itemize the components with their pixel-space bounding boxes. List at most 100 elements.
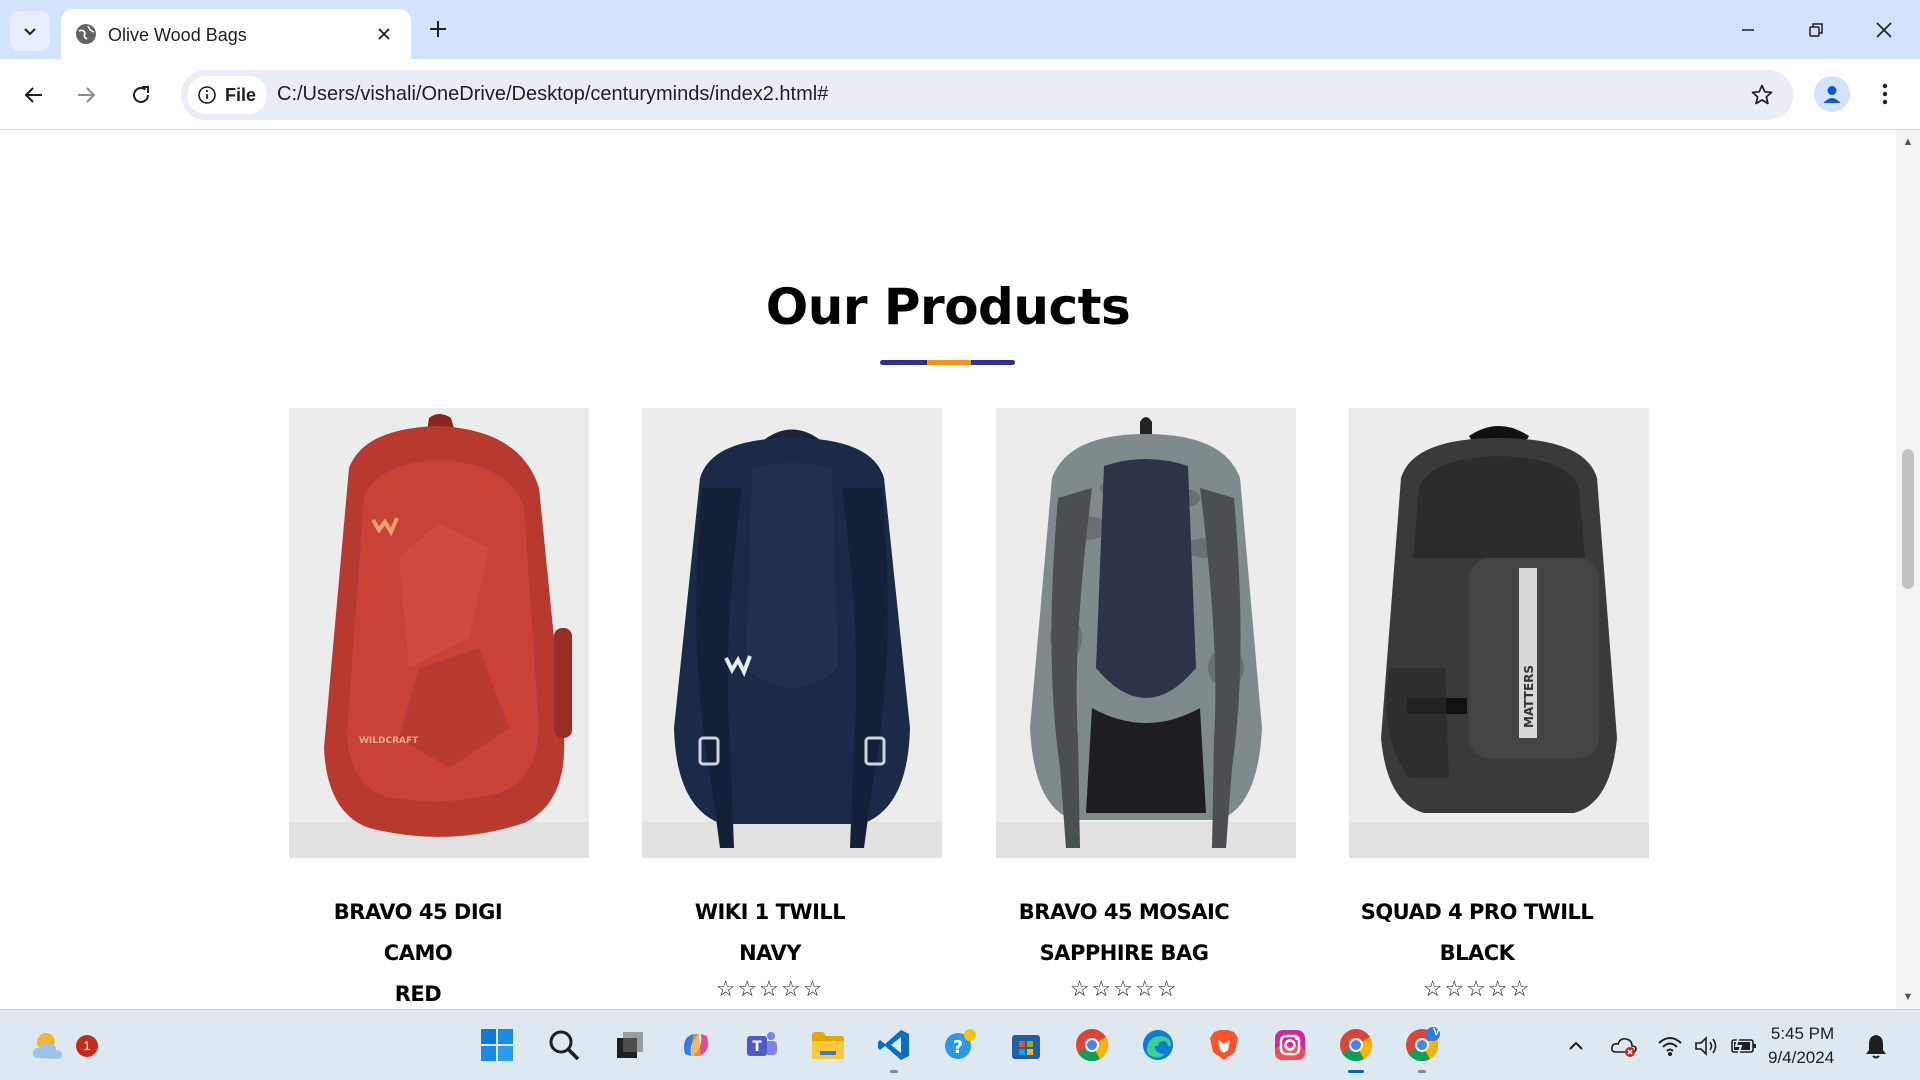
chrome-button[interactable]	[1072, 1025, 1112, 1065]
file-explorer-button[interactable]	[808, 1025, 848, 1065]
search-button[interactable]	[544, 1025, 584, 1065]
info-icon	[198, 86, 216, 104]
svg-text:MATTERS: MATTERS	[1522, 665, 1536, 728]
volume-status[interactable]	[1692, 1032, 1720, 1060]
onedrive-status[interactable]	[1610, 1032, 1638, 1060]
product-image-wiki-1-twill-navy[interactable]	[642, 408, 942, 858]
scroll-up-arrow[interactable]: ▲	[1902, 136, 1914, 148]
chevron-up-icon	[1569, 1041, 1583, 1050]
windows-icon	[481, 1029, 513, 1061]
product-image-bravo-45-mosaic-sapphire[interactable]	[996, 408, 1296, 858]
teams-button[interactable]: T	[742, 1025, 782, 1065]
chevron-down-icon	[24, 28, 36, 36]
product-name-1: BRAVO 45 DIGI CAMO RED	[333, 900, 503, 1006]
system-clock[interactable]: 5:45 PM 9/4/2024	[1768, 1022, 1834, 1070]
new-tab-button[interactable]	[423, 14, 453, 44]
search-icon	[549, 1030, 580, 1061]
globe-icon	[76, 24, 96, 44]
wifi-status[interactable]	[1656, 1032, 1684, 1060]
page-viewport: Our Products WILDCRAFT BRAVO 45 DIGI CAM…	[0, 130, 1896, 1009]
restore-icon	[1809, 23, 1823, 37]
chrome-profile-button[interactable]: V	[1402, 1025, 1442, 1073]
task-view-icon	[617, 1032, 643, 1058]
edge-icon	[1143, 1030, 1173, 1060]
cut-off-text-fragment	[460, 130, 1360, 145]
bell-icon	[1866, 1035, 1886, 1059]
tab-strip: Olive Wood Bags	[0, 0, 1920, 59]
restore-button[interactable]	[1796, 10, 1836, 50]
product-name-2: WIKI 1 TWILL NAVY	[694, 900, 846, 965]
show-hidden-icons-button[interactable]	[1562, 1032, 1590, 1060]
wifi-icon	[1658, 1037, 1682, 1056]
brave-button[interactable]	[1204, 1025, 1244, 1065]
vscode-button[interactable]	[874, 1025, 914, 1073]
close-window-button[interactable]	[1864, 10, 1904, 50]
notifications-button[interactable]	[1862, 1032, 1890, 1060]
instagram-button[interactable]	[1270, 1025, 1310, 1065]
weather-icon	[32, 1033, 62, 1059]
close-icon	[378, 28, 390, 40]
browser-menu-button[interactable]	[1870, 76, 1900, 112]
rating-stars[interactable]: ☆☆☆☆☆	[1327, 976, 1627, 1002]
forward-button[interactable]	[66, 75, 106, 115]
page-scrollbar[interactable]: ▲ ▼	[1896, 130, 1920, 1009]
profile-badge-letter: V	[1433, 1027, 1440, 1038]
product-image-bravo-45-digi-camo-red[interactable]: WILDCRAFT	[289, 408, 589, 858]
backpack-image: MATTERS	[1381, 426, 1617, 813]
rating-stars[interactable]: ☆☆☆☆☆	[974, 976, 1274, 1002]
windows-taskbar: 1 T ? V 5:45 PM 9/4/2024	[0, 1009, 1920, 1080]
arrow-left-icon	[24, 87, 42, 103]
active-tab[interactable]: Olive Wood Bags	[61, 9, 411, 59]
more-vert-icon	[1882, 83, 1888, 105]
microsoft-store-button[interactable]	[1006, 1025, 1046, 1065]
tab-close-button[interactable]	[371, 21, 397, 47]
notification-badge: 1	[76, 1035, 98, 1057]
clock-time: 5:45 PM	[1770, 1024, 1835, 1043]
chrome-icon	[1340, 1029, 1373, 1062]
scroll-down-arrow[interactable]: ▼	[1902, 991, 1914, 1003]
battery-status[interactable]	[1730, 1032, 1758, 1060]
site-info-chip[interactable]: File	[187, 76, 267, 114]
backpack-image	[674, 429, 910, 848]
task-view-button[interactable]	[610, 1025, 650, 1065]
plus-icon	[430, 21, 446, 37]
bookmark-button[interactable]	[1745, 78, 1779, 112]
store-icon	[1012, 1035, 1040, 1059]
clock-date: 9/4/2024	[1768, 1048, 1835, 1067]
person-icon	[1823, 86, 1841, 103]
product-image-squad-4-pro-twill-black[interactable]: MATTERS	[1349, 408, 1649, 858]
browser-toolbar: File C:/Users/vishali/OneDrive/Desktop/c…	[0, 59, 1920, 130]
speaker-icon	[1695, 1036, 1717, 1056]
teams-icon: T	[747, 1032, 777, 1056]
weather-widget[interactable]: 1	[28, 1025, 98, 1065]
star-icon	[1751, 84, 1773, 105]
start-button[interactable]	[477, 1025, 517, 1065]
minimize-button[interactable]	[1728, 10, 1768, 50]
copilot-button[interactable]	[676, 1025, 716, 1065]
rating-stars[interactable]: ☆☆☆☆☆	[620, 976, 920, 1002]
chrome-icon	[1076, 1029, 1109, 1062]
address-bar[interactable]: File C:/Users/vishali/OneDrive/Desktop/c…	[181, 70, 1793, 120]
reload-button[interactable]	[121, 75, 161, 115]
edge-button[interactable]	[1138, 1025, 1178, 1065]
svg-text:WILDCRAFT: WILDCRAFT	[359, 736, 419, 746]
battery-charging-icon	[1731, 1036, 1756, 1056]
reload-icon	[133, 86, 149, 103]
profile-button[interactable]	[1814, 76, 1850, 112]
scroll-thumb[interactable]	[1902, 449, 1914, 589]
vscode-icon	[878, 1030, 909, 1060]
product-name-4: SQUAD 4 PRO TWILL BLACK	[1360, 900, 1594, 965]
instagram-icon	[1275, 1030, 1305, 1060]
back-button[interactable]	[14, 75, 54, 115]
chrome-active-button[interactable]	[1336, 1025, 1376, 1073]
copilot-icon	[684, 1034, 708, 1056]
backpack-image: WILDCRAFT	[324, 414, 572, 837]
heading-underline	[880, 360, 1015, 365]
tab-search-button[interactable]	[10, 11, 50, 51]
svg-text:T: T	[752, 1039, 762, 1055]
get-help-button[interactable]: ?	[940, 1025, 980, 1065]
url-text: C:/Users/vishali/OneDrive/Desktop/centur…	[277, 83, 829, 105]
help-icon: ?	[945, 1029, 976, 1059]
backpack-image	[1030, 417, 1262, 848]
svg-text:?: ?	[953, 1037, 963, 1058]
